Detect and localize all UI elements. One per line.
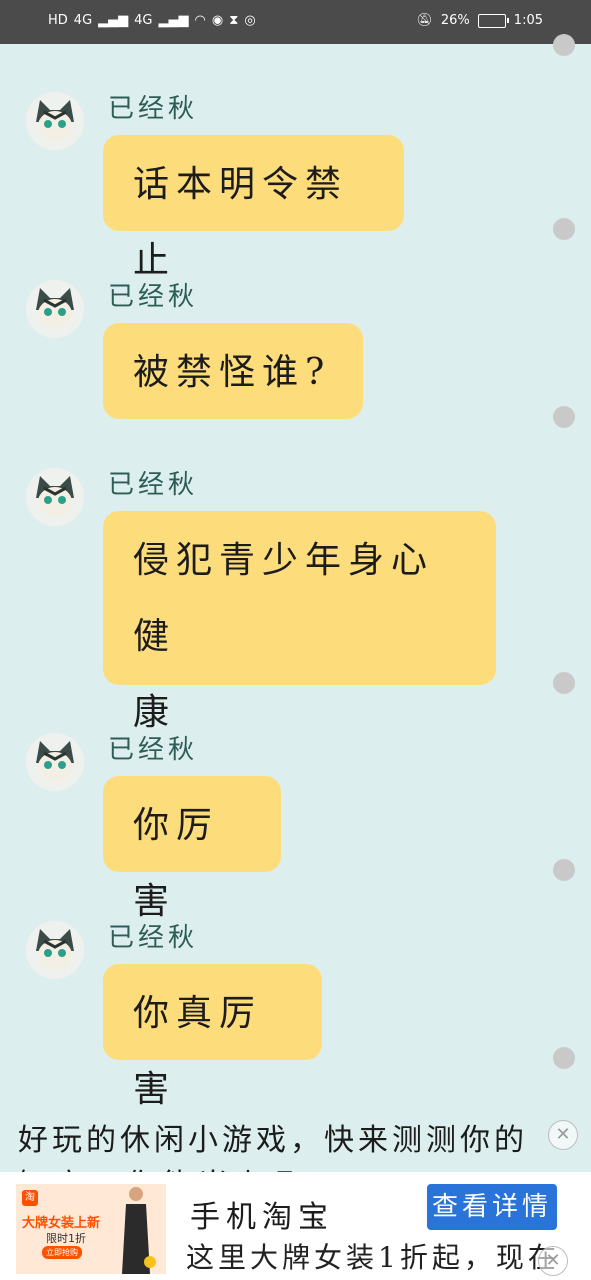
ad-banner[interactable]: 淘 大牌女装上新 限时1折 立即抢购 手机淘宝 查看详情 这里大牌女装1折起，现… [0,1172,591,1280]
message-bubble[interactable]: 话本明令禁止 [103,135,404,281]
avatar-cat-image [26,92,84,150]
ad-image-cta: 立即抢购 [42,1246,82,1259]
status-right-icons: 🔕︎ 26% 1:05 [416,12,543,30]
message-bubble[interactable]: 侵犯青少年身心健 康 [103,511,496,733]
ad-app-name: 手机淘宝 [190,1200,334,1235]
message-dot[interactable] [553,218,575,240]
sender-name: 已经秋 [108,94,199,124]
avatar[interactable] [26,468,84,526]
message-text: 你真厉害 [133,993,263,1110]
ad-image-headline: 大牌女装上新 [22,1216,101,1231]
sender-name: 已经秋 [108,735,199,765]
battery-icon [477,14,509,28]
status-left-icons: HD 4G ▂▄▆ 4G ▂▄▆ ◠ ◉ ⧗ ◎ [48,12,256,30]
avatar-cat-image [26,468,84,526]
message-text: 被禁怪谁? [133,352,332,393]
ad-image[interactable]: 淘 大牌女装上新 限时1折 立即抢购 [16,1184,166,1274]
message-dot[interactable] [553,406,575,428]
hourglass-icon: ⧗ [229,13,239,28]
avatar[interactable] [26,92,84,150]
view-details-button[interactable]: 查看详情 [427,1184,557,1230]
hd-icon: HD [48,13,68,28]
mute-bell-icon: 🔕︎ [416,13,433,28]
message-text-line: 侵犯青少年身心健 [133,540,435,657]
message-text: 你厉害 [133,805,220,922]
ad-description: 这里大牌女装1折起，现在 [186,1241,556,1274]
avatar-cat-image [26,921,84,979]
ad-teaser-text[interactable]: 好玩的休闲小游戏，快来测测你的 [18,1115,578,1159]
ad-teaser-close-icon[interactable]: ✕ [548,1120,578,1150]
network-4g-icon-2: 4G [134,13,153,28]
message-dot[interactable] [553,34,575,56]
sender-name: 已经秋 [108,923,199,953]
ad-close-icon[interactable]: ✕ [538,1246,568,1276]
message-bubble[interactable]: 你真厉害 [103,964,322,1110]
wifi-icon: ◠ [194,13,206,28]
message-text: 话本明令禁止 [133,164,349,281]
network-4g-icon: 4G [73,13,93,28]
avatar-cat-image [26,733,84,791]
message-dot[interactable] [553,1047,575,1069]
sender-name: 已经秋 [108,282,199,312]
sync-icon: ◎ [244,13,256,28]
ad-image-subline: 限时1折 [46,1232,86,1245]
taobao-logo-icon: 淘 [22,1190,38,1206]
avatar[interactable] [26,733,84,791]
status-bar: HD 4G ▂▄▆ 4G ▂▄▆ ◠ ◉ ⧗ ◎ 🔕︎ 26% 1:05 [0,0,591,44]
battery-percent: 26% [440,13,470,28]
avatar[interactable] [26,921,84,979]
avatar[interactable] [26,280,84,338]
signal-icon: ▂▄▆ [98,13,129,28]
clock-time: 1:05 [513,13,543,28]
message-bubble[interactable]: 你厉害 [103,776,281,922]
avatar-cat-image [26,280,84,338]
message-dot[interactable] [553,672,575,694]
fashion-model-image [122,1187,156,1274]
signal-icon-2: ▂▄▆ [158,13,189,28]
message-dot[interactable] [553,859,575,881]
message-bubble[interactable]: 被禁怪谁? [103,323,363,419]
globe-icon: ◉ [211,13,224,28]
sender-name: 已经秋 [108,470,199,500]
